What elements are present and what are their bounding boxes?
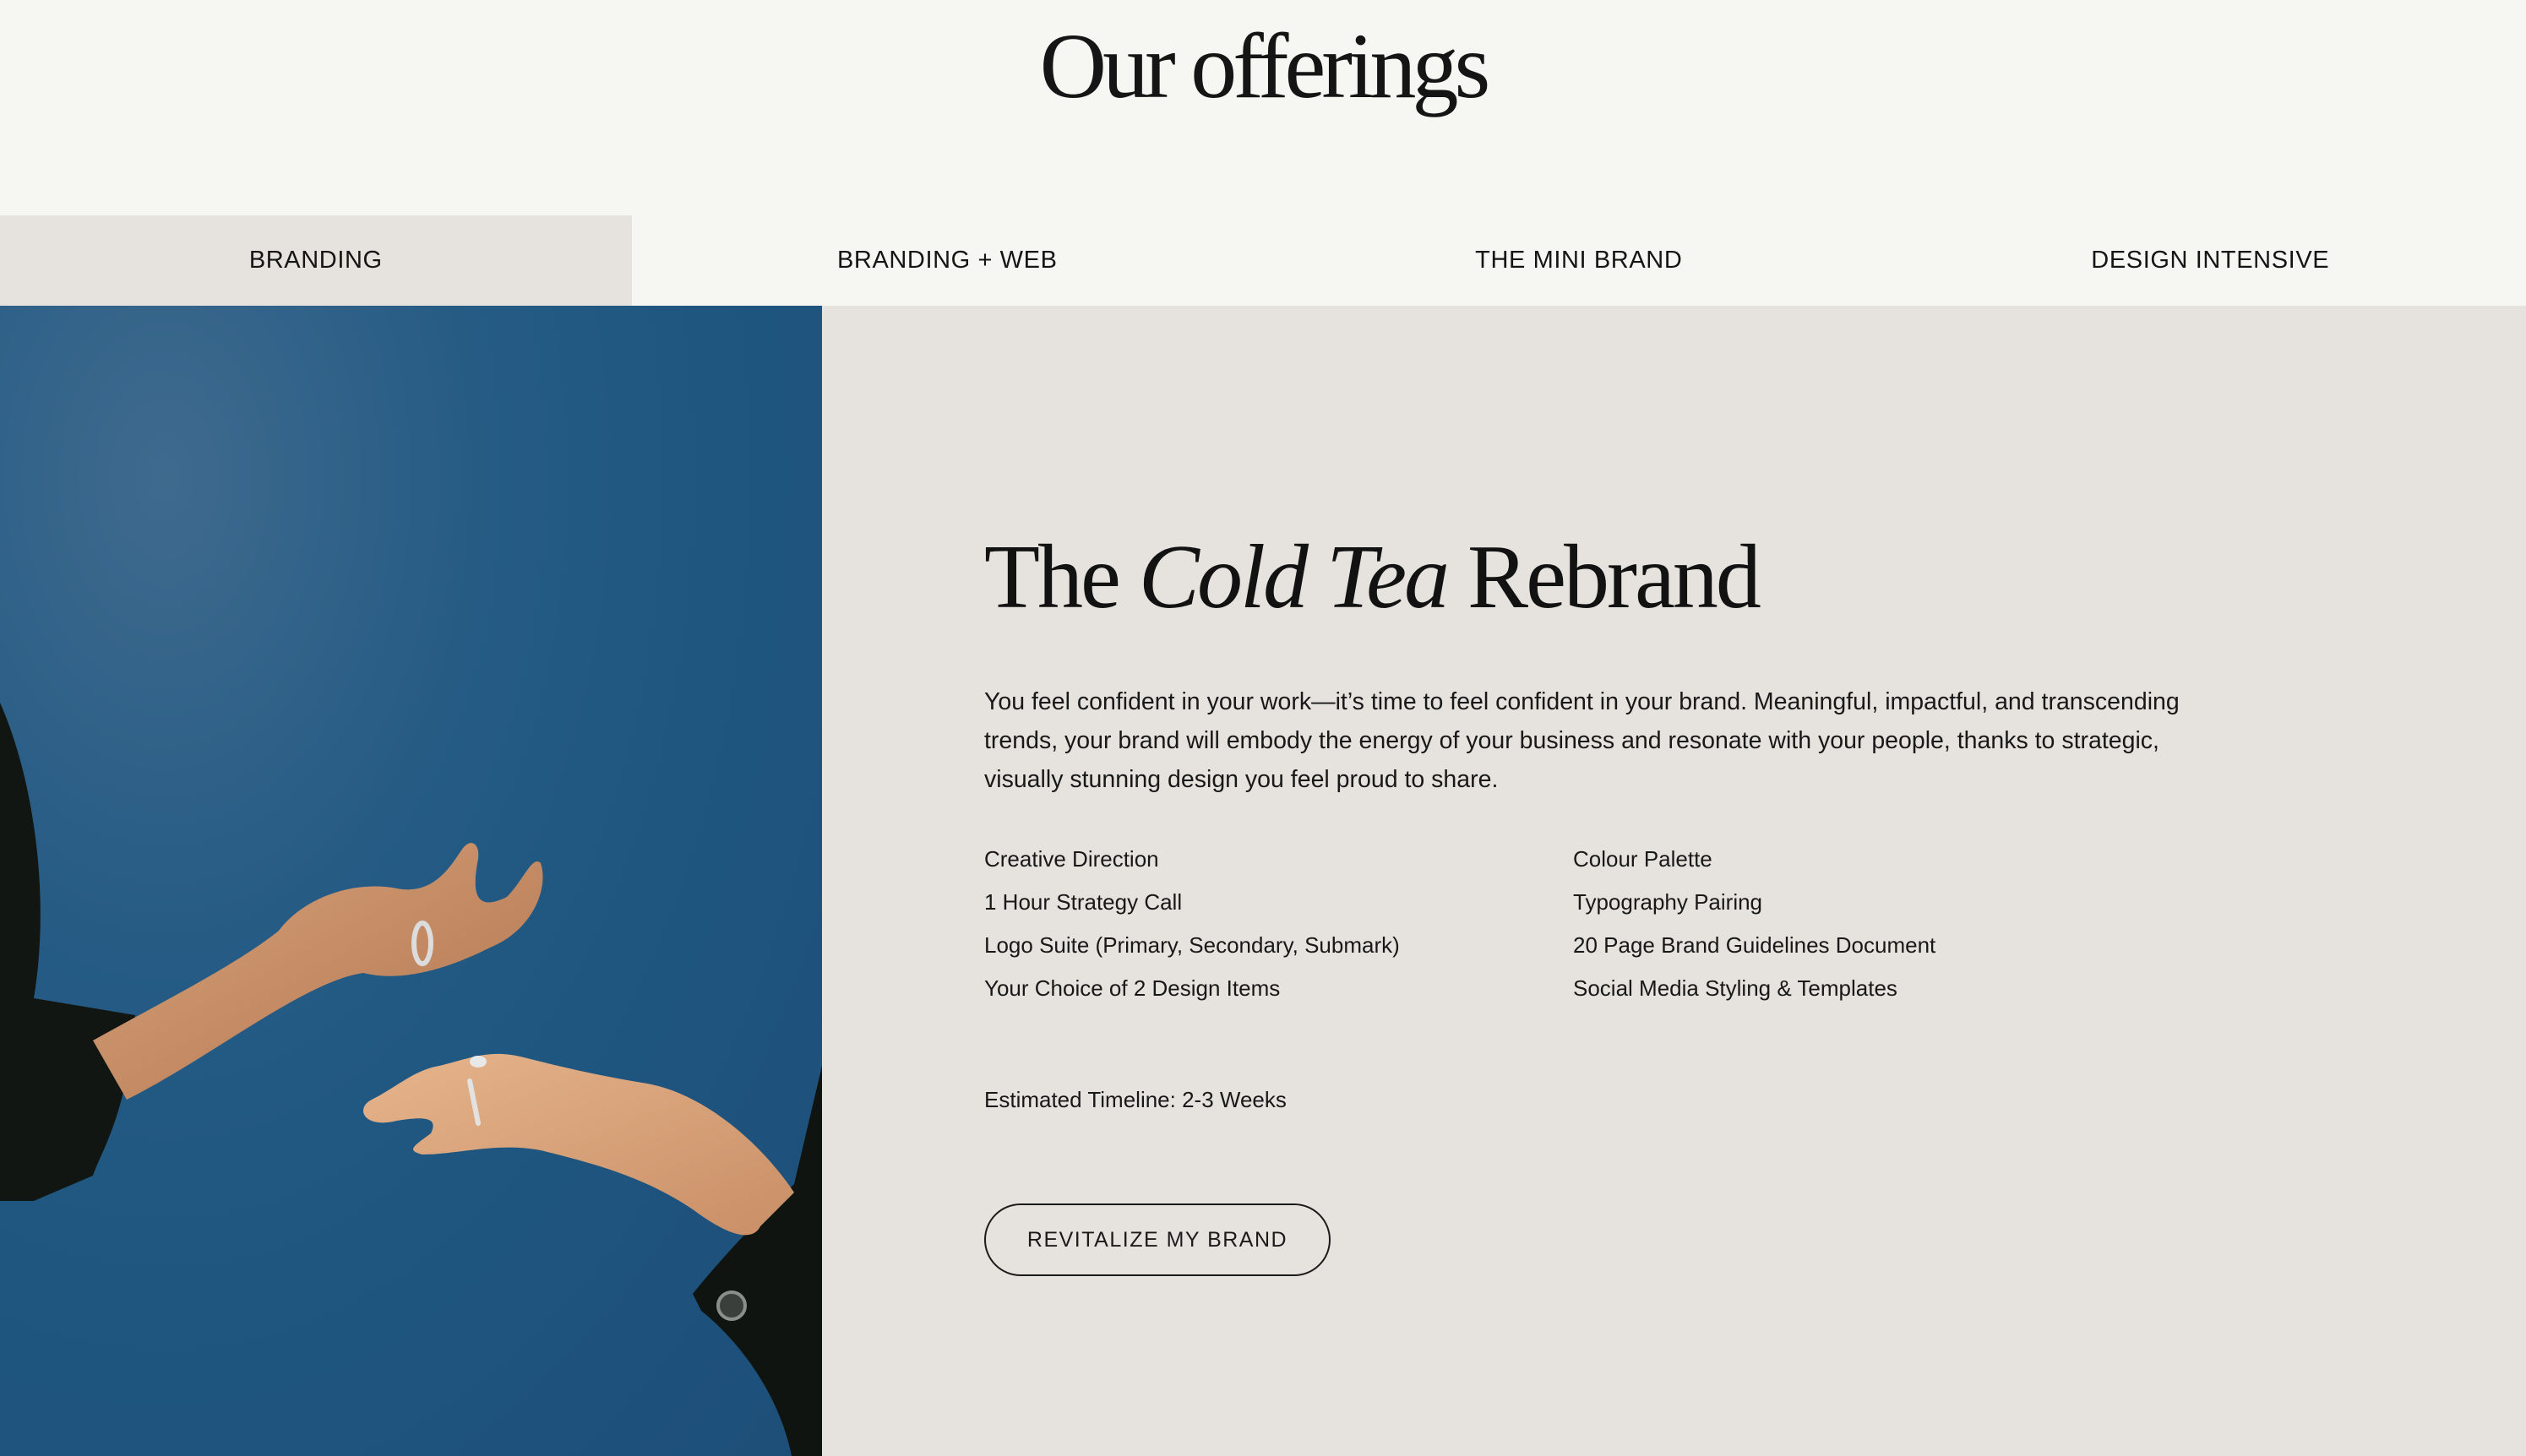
features-list-left: Creative Direction 1 Hour Strategy Call … (984, 838, 1400, 1010)
feature-item: Typography Pairing (1573, 889, 1763, 915)
heading-prefix: The (984, 527, 1139, 627)
feature-item: 20 Page Brand Guidelines Document (1573, 932, 1936, 958)
estimated-timeline: Estimated Timeline: 2-3 Weeks (984, 1087, 1287, 1112)
feature-item: Your Choice of 2 Design Items (984, 975, 1281, 1001)
feature-item: Colour Palette (1573, 846, 1712, 872)
feature-item: Logo Suite (Primary, Secondary, Submark) (984, 932, 1400, 958)
tab-design-intensive[interactable]: DESIGN INTENSIVE (1894, 215, 2526, 306)
features-list-right: Colour Palette Typography Pairing 20 Pag… (1573, 838, 1935, 1010)
offering-content: The Cold Tea Rebrand You feel confident … (0, 306, 2526, 1456)
offering-panel: The Cold Tea Rebrand You feel confident … (822, 306, 2526, 1456)
offering-heading: The Cold Tea Rebrand (984, 527, 1761, 628)
tab-branding[interactable]: BRANDING (0, 215, 632, 306)
feature-item: Creative Direction (984, 846, 1159, 872)
tab-mini-brand[interactable]: THE MINI BRAND (1263, 215, 1895, 306)
feature-item: Social Media Styling & Templates (1573, 975, 1897, 1001)
feature-item: 1 Hour Strategy Call (984, 889, 1183, 915)
offering-description: You feel confident in your work—it’s tim… (984, 688, 2180, 793)
heading-italic: Cold Tea (1138, 527, 1450, 627)
heading-suffix: Rebrand (1447, 527, 1761, 627)
revitalize-brand-button[interactable]: REVITALIZE MY BRAND (984, 1203, 1331, 1276)
tab-branding-web[interactable]: BRANDING + WEB (631, 215, 1263, 306)
page-title: Our offerings (1039, 14, 1491, 117)
hands-photo (0, 306, 822, 1456)
hands-illustration (0, 703, 822, 1456)
offerings-tabs: BRANDING BRANDING + WEB THE MINI BRAND D… (0, 215, 2526, 306)
